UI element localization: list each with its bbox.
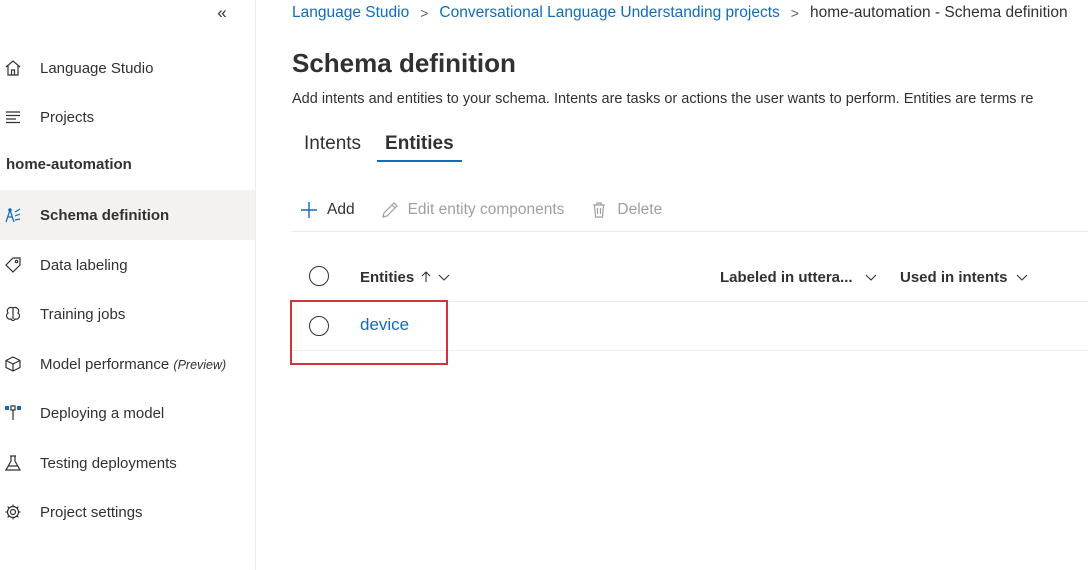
sort-ascending-icon <box>421 271 431 282</box>
nav-label: Testing deployments <box>40 454 177 472</box>
breadcrumb-link-clu-projects[interactable]: Conversational Language Understanding pr… <box>439 4 779 22</box>
nav-item-data-labeling[interactable]: Data labeling <box>0 240 255 290</box>
deploy-icon <box>4 404 22 422</box>
nav-item-language-studio[interactable]: Language Studio <box>0 43 255 93</box>
nav-label: Model performance (Preview) <box>40 355 227 373</box>
delete-button-label: Delete <box>617 200 663 218</box>
schema-icon <box>4 206 22 224</box>
page-title: Schema definition <box>292 48 516 78</box>
schema-tabs: Intents Entities <box>292 130 466 166</box>
column-header-used-in-intents[interactable]: Used in intents <box>900 252 1028 302</box>
row-select-radio[interactable] <box>309 316 329 336</box>
pencil-icon <box>381 201 398 218</box>
gear-icon <box>4 503 22 521</box>
column-label: Entities <box>360 268 415 286</box>
chevron-down-icon <box>865 274 876 281</box>
collapse-nav-button[interactable]: « <box>212 3 232 23</box>
column-header-labeled-in-utterances[interactable]: Labeled in uttera... <box>720 252 877 302</box>
nav-label: Data labeling <box>40 256 128 274</box>
cube-icon <box>4 355 22 373</box>
project-name-label: home-automation <box>6 156 132 173</box>
nav-item-model-performance[interactable]: Model performance (Preview) <box>0 339 255 389</box>
plus-icon <box>301 201 317 218</box>
nav-label: Project settings <box>40 503 143 521</box>
edit-entity-components-button[interactable]: Edit entity components <box>373 200 565 219</box>
trash-icon <box>593 201 606 218</box>
nav-item-deploying-a-model[interactable]: Deploying a model <box>0 388 255 438</box>
edit-button-label: Edit entity components <box>407 200 565 218</box>
left-navigation: « Language Studio Projects home-automati… <box>0 0 256 570</box>
nav-label: Training jobs <box>40 305 126 323</box>
entity-link-device[interactable]: device <box>360 315 409 335</box>
breadcrumb-link-language-studio[interactable]: Language Studio <box>292 4 409 22</box>
preview-tag: (Preview) <box>173 357 227 372</box>
tab-intents[interactable]: Intents <box>292 130 373 164</box>
nav-label: Language Studio <box>40 59 154 77</box>
nav-item-schema-definition[interactable]: Schema definition <box>0 190 255 240</box>
chevron-down-icon <box>1016 274 1027 281</box>
chevron-right-icon: > <box>420 5 429 21</box>
tab-entities[interactable]: Entities <box>373 130 466 164</box>
command-bar: Add Edit entity components Delete <box>292 188 1088 232</box>
table-row[interactable]: device <box>292 302 1088 351</box>
nav-item-training-jobs[interactable]: Training jobs <box>0 289 255 339</box>
tag-icon <box>4 256 22 274</box>
delete-button[interactable]: Delete <box>582 201 662 219</box>
entities-table-header: Entities Labeled in uttera... Used in in… <box>292 252 1088 302</box>
breadcrumb: Language Studio > Conversational Languag… <box>292 4 1068 22</box>
add-button-label: Add <box>327 200 355 218</box>
nav-item-testing-deployments[interactable]: Testing deployments <box>0 438 255 488</box>
nav-item-project-settings[interactable]: Project settings <box>0 487 255 537</box>
add-button[interactable]: Add <box>292 201 355 219</box>
nav-item-projects[interactable]: Projects <box>0 92 255 142</box>
nav-label: Projects <box>40 108 95 126</box>
column-label: Used in intents <box>900 268 1008 286</box>
select-all-radio[interactable] <box>309 266 329 286</box>
home-icon <box>4 59 22 77</box>
brain-icon <box>4 305 22 323</box>
chevron-right-icon: > <box>790 5 799 21</box>
list-icon <box>4 108 22 126</box>
column-header-entities[interactable]: Entities <box>360 252 450 302</box>
flask-icon <box>4 454 22 472</box>
nav-label: Deploying a model <box>40 404 165 422</box>
page-description: Add intents and entities to your schema.… <box>292 91 1034 107</box>
nav-label: Schema definition <box>40 206 170 224</box>
breadcrumb-current: home-automation - Schema definition <box>809 4 1068 21</box>
chevron-down-icon <box>438 274 450 281</box>
column-label: Labeled in uttera... <box>720 268 853 286</box>
